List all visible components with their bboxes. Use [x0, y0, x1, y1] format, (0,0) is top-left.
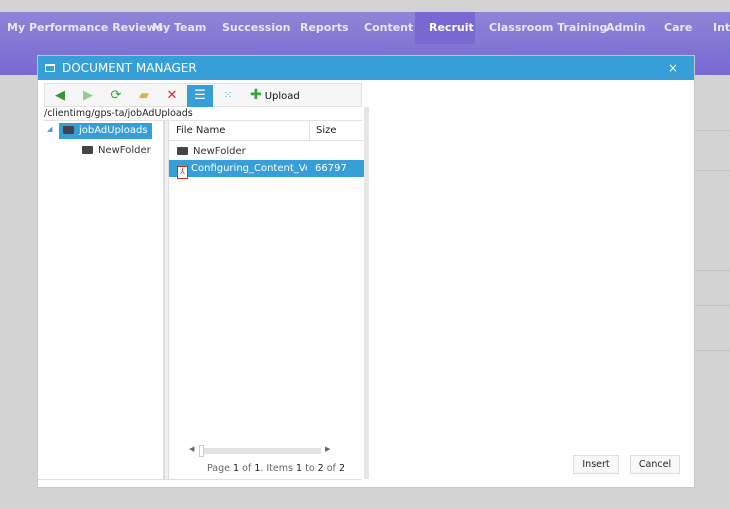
close-icon[interactable]: × — [668, 56, 678, 80]
toolbar: ◀ ▶ ⟳ ▰ ✕ ☰ ⁙ ✚ Upload — [44, 83, 362, 107]
divider — [695, 130, 730, 131]
grid-header: File Name Size — [169, 121, 364, 141]
tree-node-label: jobAdUploads — [79, 125, 148, 136]
list-view-icon[interactable]: ☰ — [187, 85, 213, 107]
back-arrow-icon[interactable]: ◀ — [47, 85, 73, 107]
cancel-button[interactable]: Cancel — [630, 455, 680, 474]
delete-icon[interactable]: ✕ — [159, 85, 185, 107]
nav-my-team[interactable]: My Team — [145, 12, 213, 44]
file-size: 66797 — [315, 163, 347, 174]
nav-content[interactable]: Content — [357, 12, 420, 44]
table-row[interactable]: ⅄Configuring_Content_Vendors.pdf 66797 — [169, 160, 365, 179]
plus-icon: ✚ — [250, 87, 262, 103]
upload-label: Upload — [264, 91, 300, 102]
expand-icon[interactable]: ◢ — [47, 125, 52, 133]
preview-splitter[interactable] — [364, 107, 369, 479]
nav-care[interactable]: Care — [657, 12, 699, 44]
document-manager-dialog: DOCUMENT MANAGER × ◀ ▶ ⟳ ▰ ✕ ☰ ⁙ ✚ Upload… — [37, 55, 695, 488]
nav-succession[interactable]: Succession — [215, 12, 298, 44]
horizontal-scrollbar[interactable]: ◀ ▶ — [189, 445, 330, 457]
column-file-name[interactable]: File Name — [176, 121, 225, 141]
thumbnail-view-icon[interactable]: ⁙ — [215, 85, 241, 107]
divider — [38, 479, 361, 480]
file-grid: File Name Size NewFolder ⅄ Configuring_Co… — [168, 121, 365, 479]
dialog-title: DOCUMENT MANAGER — [62, 61, 197, 75]
upload-button[interactable]: ✚ Upload — [250, 84, 300, 108]
tree-node-root[interactable]: jobAdUploads — [59, 123, 152, 139]
nav-classroom-training[interactable]: Classroom Training — [482, 12, 614, 44]
pager-info: Page 1 of 1. Items 1 to 2 of 2 — [207, 463, 345, 474]
folder-icon — [177, 147, 188, 155]
new-folder-icon[interactable]: ▰ — [131, 85, 157, 107]
scroll-right-icon[interactable]: ▶ — [325, 445, 330, 453]
divider — [695, 270, 730, 271]
pdf-icon: ⅄ — [177, 166, 188, 179]
folder-icon — [82, 146, 93, 154]
tree-node-child[interactable]: NewFolder — [82, 143, 151, 159]
divider — [695, 170, 730, 171]
window-icon — [45, 64, 55, 72]
folder-tree: ◢ jobAdUploads NewFolder — [44, 121, 164, 479]
nav-more[interactable]: Inte — [706, 12, 730, 44]
file-name: Configuring_Content_Vendors.pdf — [191, 163, 307, 174]
folder-icon — [63, 126, 74, 134]
divider — [695, 350, 730, 351]
browser-top — [0, 0, 730, 12]
file-name: NewFolder — [193, 146, 246, 157]
insert-button[interactable]: Insert — [573, 455, 619, 474]
dialog-titlebar[interactable]: DOCUMENT MANAGER × — [38, 56, 694, 80]
column-size[interactable]: Size — [309, 121, 365, 141]
tree-node-label: NewFolder — [98, 145, 151, 156]
nav-reports[interactable]: Reports — [293, 12, 356, 44]
forward-arrow-icon[interactable]: ▶ — [75, 85, 101, 107]
divider — [695, 305, 730, 306]
refresh-icon[interactable]: ⟳ — [103, 85, 129, 107]
scroll-track[interactable] — [201, 448, 321, 454]
nav-recruit[interactable]: Recruit — [415, 12, 475, 44]
scroll-left-icon[interactable]: ◀ — [189, 445, 194, 453]
path-bar: /clientimg/gps-ta/jobAdUploads — [44, 107, 362, 121]
nav-admin[interactable]: Admin — [599, 12, 652, 44]
table-row[interactable]: NewFolder — [169, 143, 365, 160]
scroll-thumb[interactable] — [199, 445, 204, 457]
